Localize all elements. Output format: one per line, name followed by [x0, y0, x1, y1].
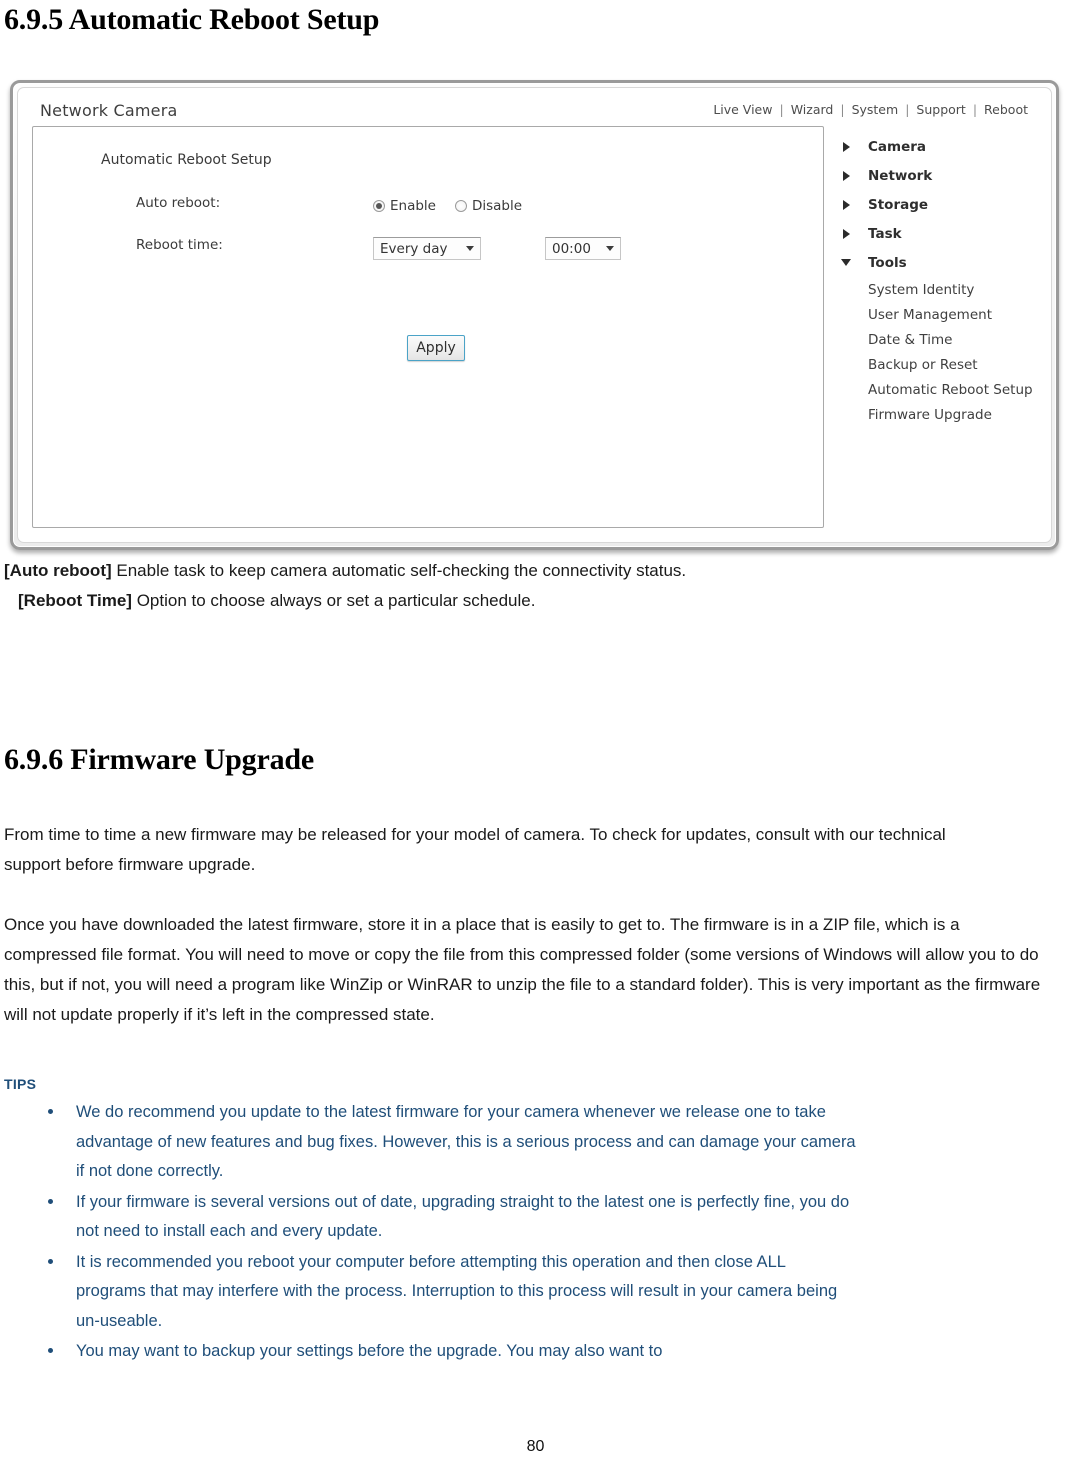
settings-content-panel: Automatic Reboot Setup Auto reboot: Enab… [32, 126, 824, 528]
document-page: 6.9.5 Automatic Reboot Setup Network Cam… [0, 0, 1071, 1476]
panel-title: Automatic Reboot Setup [101, 152, 272, 168]
paragraph-firmware-zip: Once you have downloaded the latest firm… [4, 915, 1041, 1024]
list-item-text: It is recommended you reboot your comput… [76, 1252, 838, 1330]
nav-system[interactable]: System [845, 102, 906, 117]
auto-reboot-radio-group: Enable Disable [373, 198, 536, 214]
bullet-icon [48, 1109, 53, 1114]
reboot-day-select-value: Every day [380, 240, 448, 257]
sidebar-item-label: Storage [868, 196, 929, 213]
list-item: We do recommend you update to the latest… [36, 1098, 856, 1187]
sidebar-item-storage[interactable]: Storage [838, 190, 1053, 219]
screenshot-figure: Network Camera Live View | Wizard | Syst… [10, 80, 1059, 550]
sidebar-subitem-system-identity[interactable]: System Identity [868, 277, 1053, 302]
sidebar-item-label: Task [868, 225, 902, 242]
sidebar-item-label: Tools [868, 254, 907, 271]
definition-reboot-time: [Reboot Time] Option to choose always or… [4, 586, 1024, 616]
settings-sidebar: Camera Network Storage Task Tools System… [838, 132, 1053, 427]
sidebar-subitem-backup-or-reset[interactable]: Backup or Reset [868, 352, 1053, 377]
sidebar-subitem-automatic-reboot-setup[interactable]: Automatic Reboot Setup [868, 377, 1053, 402]
definition-text: Enable task to keep camera automatic sel… [111, 561, 687, 580]
browser-title: Network Camera [40, 101, 178, 120]
list-item-text: If your firmware is several versions out… [76, 1192, 850, 1241]
sidebar-subitem-user-management[interactable]: User Management [868, 302, 1053, 327]
list-item-text: You may want to backup your settings bef… [76, 1342, 663, 1360]
sidebar-item-tools[interactable]: Tools [838, 248, 1053, 277]
sidebar-item-camera[interactable]: Camera [838, 132, 1053, 161]
chevron-right-icon [838, 228, 854, 239]
nav-wizard[interactable]: Wizard [784, 102, 841, 117]
definition-term: [Auto reboot] [4, 561, 112, 580]
chevron-down-icon [466, 246, 474, 251]
radio-enable-icon[interactable] [373, 200, 385, 212]
bullet-icon [48, 1258, 53, 1264]
list-item: You may want to backup your settings bef… [36, 1337, 856, 1367]
page-title-696: 6.9.6 Firmware Upgrade [4, 743, 314, 776]
bullet-icon [48, 1198, 53, 1204]
browser-window-frame: Network Camera Live View | Wizard | Syst… [10, 80, 1059, 550]
sidebar-item-task[interactable]: Task [838, 219, 1053, 248]
sidebar-subitem-firmware-upgrade[interactable]: Firmware Upgrade [868, 402, 1053, 427]
definition-text: Option to choose always or set a particu… [131, 591, 536, 610]
auto-reboot-label: Auto reboot: [136, 195, 221, 211]
radio-enable-label[interactable]: Enable [390, 198, 436, 214]
paragraph-firmware-intro: From time to time a new firmware may be … [4, 825, 946, 874]
tips-label: TIPS [4, 1076, 37, 1092]
sidebar-item-label: Network [868, 167, 933, 184]
nav-reboot[interactable]: Reboot [977, 102, 1035, 117]
list-item: If your firmware is several versions out… [36, 1188, 856, 1247]
radio-disable-label[interactable]: Disable [472, 198, 522, 214]
reboot-time-row: Reboot time: Every day 00:00 [33, 237, 823, 263]
list-item: It is recommended you reboot your comput… [36, 1248, 856, 1337]
sidebar-item-network[interactable]: Network [838, 161, 1053, 190]
reboot-time-label: Reboot time: [136, 237, 223, 253]
chevron-down-icon [838, 259, 854, 266]
chevron-right-icon [838, 170, 854, 181]
sidebar-subitem-date-time[interactable]: Date & Time [868, 327, 1053, 352]
nav-live-view[interactable]: Live View [706, 102, 779, 117]
list-item-text: We do recommend you update to the latest… [76, 1103, 856, 1180]
reboot-time-select-value: 00:00 [552, 240, 591, 257]
tips-list: We do recommend you update to the latest… [36, 1098, 856, 1368]
definition-term: [Reboot Time] [18, 591, 132, 610]
apply-button[interactable]: Apply [407, 335, 465, 361]
definition-block: [Auto reboot] Enable task to keep camera… [4, 556, 1024, 616]
chevron-right-icon [838, 199, 854, 210]
auto-reboot-row: Auto reboot: Enable Disable [33, 195, 823, 221]
sidebar-item-label: Camera [868, 138, 927, 155]
page-title-695: 6.9.5 Automatic Reboot Setup [4, 3, 380, 36]
page-number: 80 [526, 1438, 545, 1455]
chevron-right-icon [838, 141, 854, 152]
radio-disable-icon[interactable] [454, 200, 467, 212]
definition-auto-reboot: [Auto reboot] Enable task to keep camera… [4, 556, 1024, 586]
bullet-icon [48, 1348, 53, 1353]
nav-support[interactable]: Support [909, 102, 972, 117]
reboot-time-select[interactable]: 00:00 [545, 237, 621, 260]
reboot-day-select[interactable]: Every day [373, 237, 481, 260]
browser-window-inner: Network Camera Live View | Wizard | Syst… [17, 87, 1052, 543]
top-navigation: Live View | Wizard | System | Support | … [706, 102, 1035, 117]
chevron-down-icon [606, 246, 614, 251]
